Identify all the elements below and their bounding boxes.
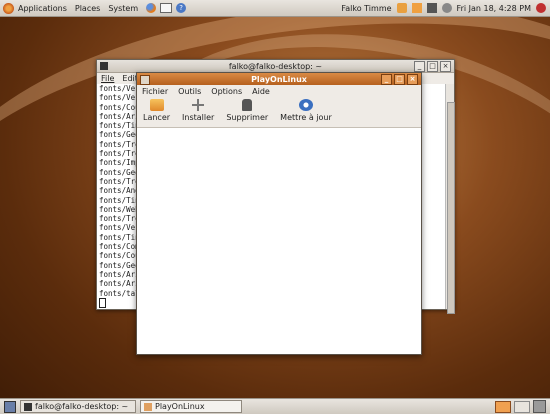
menu-fichier[interactable]: Fichier: [137, 87, 173, 96]
menu-file[interactable]: File: [97, 74, 118, 83]
maximize-button[interactable]: □: [427, 61, 438, 72]
user-switch-icon[interactable]: [396, 3, 407, 13]
install-label: Installer: [182, 113, 215, 122]
close-button[interactable]: ×: [440, 61, 451, 72]
help-icon[interactable]: ?: [176, 3, 187, 13]
menu-aide[interactable]: Aide: [247, 87, 275, 96]
task-label: falko@falko-desktop: ~: [35, 402, 129, 411]
terminal-icon: [24, 402, 32, 411]
clock[interactable]: Fri Jan 18, 4:28 PM: [457, 4, 531, 13]
taskbar-item-playonlinux[interactable]: PlayOnLinux: [140, 400, 242, 413]
menu-options[interactable]: Options: [206, 87, 247, 96]
bottom-panel: falko@falko-desktop: ~ PlayOnLinux: [0, 398, 550, 414]
workspace-1[interactable]: [495, 400, 511, 413]
run-icon: [149, 99, 164, 111]
applications-menu[interactable]: Applications: [14, 4, 71, 13]
update-label: Mettre à jour: [280, 113, 332, 122]
maximize-button[interactable]: □: [394, 74, 405, 85]
terminal-title: falko@falko-desktop: ~: [228, 61, 323, 71]
taskbar-item-terminal[interactable]: falko@falko-desktop: ~: [20, 400, 136, 413]
playonlinux-titlebar[interactable]: PlayOnLinux _ □ ×: [137, 73, 421, 85]
playonlinux-menubar: Fichier Outils Options Aide: [137, 85, 421, 97]
minimize-button[interactable]: _: [414, 61, 425, 72]
terminal-scrollbar[interactable]: [445, 84, 455, 314]
playonlinux-icon: [144, 402, 152, 411]
close-button[interactable]: ×: [407, 74, 418, 85]
show-desktop-icon[interactable]: [4, 400, 16, 413]
power-icon[interactable]: [536, 3, 546, 13]
terminal-cursor: [99, 297, 106, 308]
system-menu[interactable]: System: [104, 4, 142, 13]
update-button[interactable]: Mettre à jour: [274, 97, 338, 124]
top-panel: Applications Places System ? Falko Timme…: [0, 0, 550, 17]
task-label: PlayOnLinux: [155, 402, 205, 411]
ubuntu-logo-icon[interactable]: [3, 2, 14, 14]
remove-label: Supprimer: [226, 113, 269, 122]
playonlinux-icon: [140, 75, 150, 85]
playonlinux-window: PlayOnLinux _ □ × Fichier Outils Options…: [136, 72, 422, 355]
user-name[interactable]: Falko Timme: [341, 4, 391, 13]
minimize-button[interactable]: _: [381, 74, 392, 85]
scrollbar-thumb[interactable]: [447, 102, 455, 314]
network-icon[interactable]: [426, 3, 437, 13]
menu-outils[interactable]: Outils: [173, 87, 206, 96]
terminal-icon: [100, 62, 108, 70]
applications-list[interactable]: [137, 128, 421, 354]
workspace-2[interactable]: [514, 400, 530, 413]
install-button[interactable]: Installer: [176, 97, 220, 124]
mail-icon[interactable]: [160, 3, 173, 13]
run-label: Lancer: [143, 113, 171, 122]
places-menu[interactable]: Places: [71, 4, 104, 13]
playonlinux-toolbar: Lancer Installer Supprimer Mettre à jour: [137, 97, 421, 128]
firefox-icon[interactable]: [146, 3, 157, 13]
trash-icon[interactable]: [533, 400, 546, 413]
playonlinux-title: PlayOnLinux: [251, 74, 307, 84]
system-tray: Falko Timme Fri Jan 18, 4:28 PM: [341, 3, 550, 13]
trash-icon: [242, 99, 253, 111]
volume-icon[interactable]: [441, 3, 452, 13]
update-notifier-icon[interactable]: [411, 3, 422, 13]
remove-button[interactable]: Supprimer: [220, 97, 274, 124]
run-button[interactable]: Lancer: [137, 97, 176, 124]
install-icon: [191, 99, 206, 111]
update-icon: [298, 99, 313, 111]
